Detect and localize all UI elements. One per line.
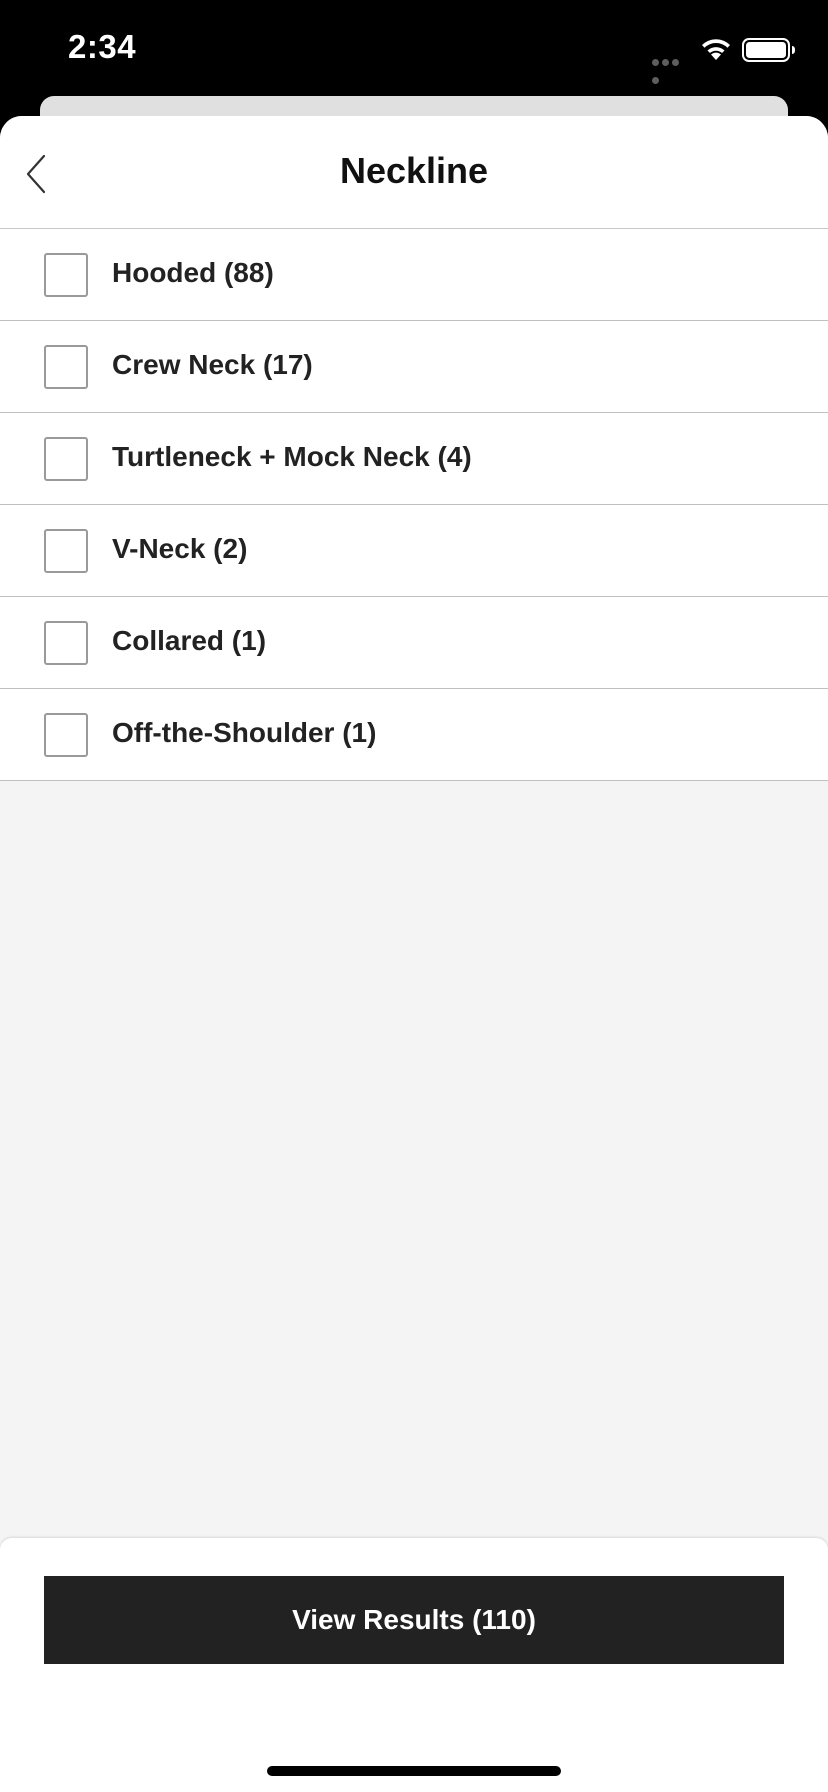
checkbox[interactable]	[44, 345, 88, 389]
screen: 2:34 Neckline Hooded (88) Crew Neck (17)…	[0, 0, 828, 1792]
page-title: Neckline	[339, 150, 489, 191]
status-time: 2:34	[68, 28, 137, 65]
status-bar: 2:34	[0, 0, 828, 100]
list-item[interactable]: Turtleneck + Mock Neck (4)	[0, 413, 828, 505]
checkbox[interactable]	[44, 437, 88, 481]
list-item[interactable]: Collared (1)	[0, 597, 828, 689]
checkbox[interactable]	[44, 713, 88, 757]
list-item[interactable]: Off-the-Shoulder (1)	[0, 689, 828, 781]
wifi-icon	[702, 39, 730, 60]
checkbox[interactable]	[44, 529, 88, 573]
checkbox[interactable]	[44, 253, 88, 297]
home-indicator[interactable]	[267, 1766, 561, 1776]
option-label: Off-the-Shoulder (1)	[112, 717, 377, 748]
option-label: Turtleneck + Mock Neck (4)	[112, 441, 472, 472]
header: Neckline	[0, 116, 828, 229]
view-results-button[interactable]: View Results (110)	[44, 1576, 784, 1664]
battery-full-icon	[742, 38, 795, 62]
option-label: V-Neck (2)	[112, 533, 248, 564]
option-list: Hooded (88) Crew Neck (17) Turtleneck + …	[0, 229, 828, 781]
cellular-dots-icon	[652, 53, 690, 84]
option-label: Hooded (88)	[112, 257, 274, 288]
list-item[interactable]: Crew Neck (17)	[0, 321, 828, 413]
list-item[interactable]: Hooded (88)	[0, 229, 828, 321]
option-label: Collared (1)	[112, 625, 267, 656]
option-label: Crew Neck (17)	[112, 349, 313, 380]
list-item[interactable]: V-Neck (2)	[0, 505, 828, 597]
footer: View Results (110)	[0, 1538, 828, 1792]
checkbox[interactable]	[44, 621, 88, 665]
